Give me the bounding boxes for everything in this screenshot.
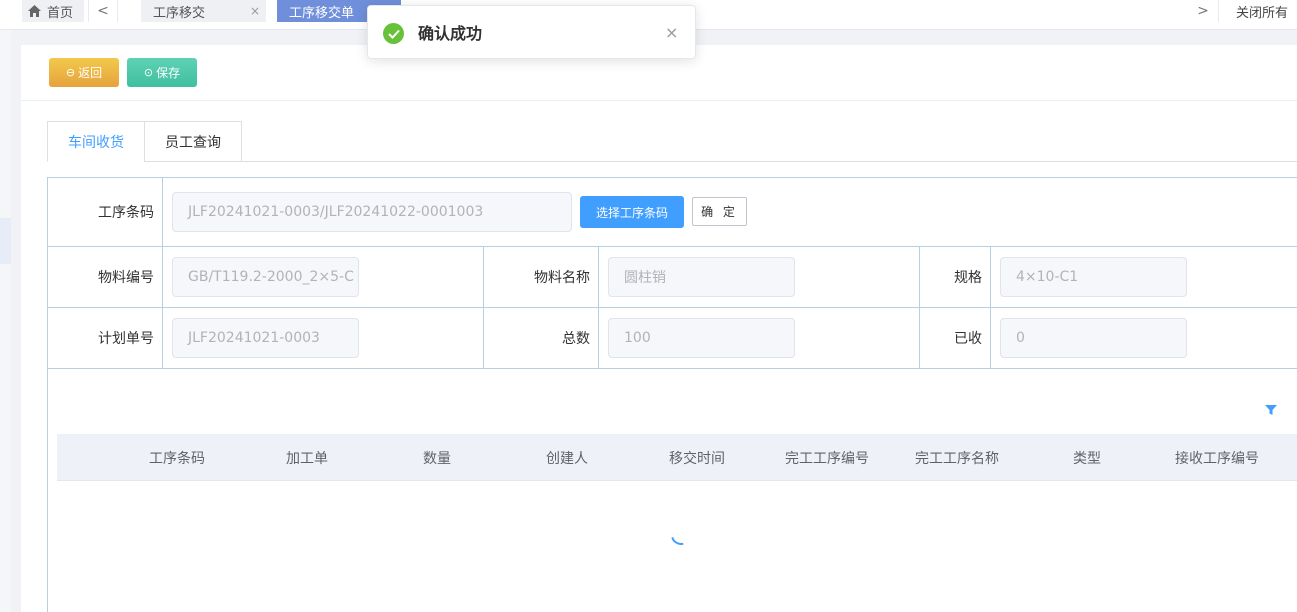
column-header[interactable]: 完工工序编号 (762, 434, 892, 481)
chevron-right-icon[interactable]: > (1188, 0, 1218, 22)
back-button[interactable]: ⊖ 返回 (49, 58, 119, 87)
material-no-label: 物料编号 (48, 247, 163, 307)
process-code-input[interactable]: JLF20241021-0003/JLF20241022-0001003 (172, 192, 572, 232)
back-icon: ⊖ (65, 66, 76, 79)
form-row-material: 物料编号 GB/T119.2-2000_2×5-C 物料名称 圆柱销 规格 4×… (48, 247, 1297, 308)
column-header[interactable]: 接收工序编号 (1152, 434, 1282, 481)
success-toast: 确认成功 × (367, 5, 696, 59)
close-icon[interactable]: × (665, 23, 678, 42)
table-header: 工序条码 加工单 数量 创建人 移交时间 完工工序编号 完工工序名称 类型 接收… (57, 434, 1297, 481)
spec-label: 规格 (920, 247, 991, 307)
tab-home-label: 首页 (47, 5, 74, 21)
plan-no-cell (163, 308, 484, 368)
tab-employee-query[interactable]: 员工查询 (144, 121, 242, 162)
material-name-cell (599, 247, 920, 307)
column-header[interactable]: 工序条码 (112, 434, 242, 481)
sidebar (0, 30, 11, 612)
column-header[interactable]: 数量 (372, 434, 502, 481)
plan-no-label: 计划单号 (48, 308, 163, 368)
total-label: 总数 (484, 308, 599, 368)
material-no-cell (163, 247, 484, 307)
received-input[interactable]: 0 (1000, 318, 1187, 358)
clock-icon: ⊙ (143, 66, 154, 79)
chevron-left-icon[interactable]: < (88, 0, 118, 22)
toast-message: 确认成功 (418, 24, 483, 43)
loading-spinner-icon (667, 521, 695, 549)
tab-process-handover-form-label: 工序移交单 (289, 5, 355, 21)
column-header[interactable]: 加工单 (242, 434, 372, 481)
tab-workshop-receiving[interactable]: 车间收货 (47, 121, 145, 162)
check-circle-icon (383, 23, 404, 44)
close-all-tabs-button[interactable]: 关闭所有 (1218, 0, 1297, 22)
column-header[interactable]: 创建人 (502, 434, 632, 481)
spec-input[interactable]: 4×10-C1 (1000, 257, 1187, 297)
sidebar-active-item[interactable] (0, 218, 11, 264)
process-code-label: 工序条码 (48, 178, 163, 246)
save-button[interactable]: ⊙ 保存 (127, 58, 197, 87)
tab-process-handover[interactable]: 工序移交 × (141, 0, 266, 22)
form-row-process-code: 工序条码 JLF20241021-0003/JLF20241022-000100… (48, 178, 1297, 247)
column-header[interactable]: 完工工序名称 (892, 434, 1022, 481)
form-row-plan: 计划单号 JLF20241021-0003 总数 100 已收 0 (48, 308, 1297, 369)
select-process-code-button[interactable]: 选择工序条码 (580, 196, 684, 228)
form-grid: 工序条码 JLF20241021-0003/JLF20241022-000100… (47, 177, 1297, 612)
main-card: ⊖ 返回 ⊙ 保存 车间收货 员工查询 工序条码 JLF20241021-000… (21, 45, 1297, 612)
save-button-label: 保存 (156, 66, 181, 80)
back-button-label: 返回 (78, 66, 103, 80)
received-label: 已收 (920, 308, 991, 368)
content-tabs: 车间收货 员工查询 (47, 121, 1297, 162)
column-header[interactable]: 类型 (1022, 434, 1152, 481)
column-header[interactable]: 移交时间 (632, 434, 762, 481)
total-cell (599, 308, 920, 368)
material-name-label: 物料名称 (484, 247, 599, 307)
filter-icon[interactable] (1264, 404, 1278, 416)
confirm-button[interactable]: 确 定 (692, 197, 747, 226)
tab-process-handover-label: 工序移交 (153, 5, 206, 21)
close-icon[interactable]: × (250, 4, 260, 18)
home-icon (28, 5, 41, 17)
tab-home[interactable]: 首页 (22, 0, 84, 22)
